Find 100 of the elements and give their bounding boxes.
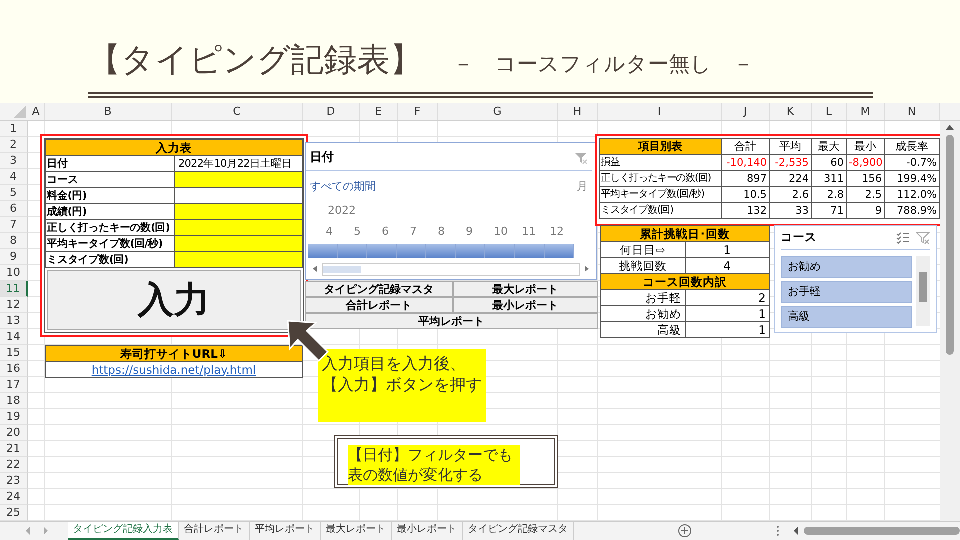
row-header[interactable]: 7 xyxy=(0,217,28,233)
input-button[interactable]: 入力 xyxy=(47,270,301,330)
row-header[interactable]: 8 xyxy=(0,233,28,249)
input-cell[interactable] xyxy=(174,252,302,268)
table-cell: 311 xyxy=(812,170,846,186)
scrollbar-thumb[interactable] xyxy=(804,527,960,535)
input-cell[interactable] xyxy=(174,172,302,188)
timeline-bar[interactable] xyxy=(308,244,574,258)
column-header[interactable]: B xyxy=(45,103,172,120)
row-header[interactable]: 2 xyxy=(0,137,28,153)
table-cell: 2 xyxy=(685,290,770,306)
slicer-item[interactable]: 高級 xyxy=(781,306,912,328)
table-cell: 71 xyxy=(812,202,846,218)
row-header[interactable]: 16 xyxy=(0,361,28,377)
month-label: 7 xyxy=(410,225,418,238)
column-header[interactable]: J xyxy=(722,103,770,120)
table-cell: 224 xyxy=(770,170,812,186)
sheet-tab[interactable]: タイピング記録マスタ xyxy=(463,522,574,540)
column-header[interactable]: E xyxy=(360,103,398,120)
row-header[interactable]: 21 xyxy=(0,441,28,457)
row-label: お手軽 xyxy=(600,290,685,306)
row-header[interactable]: 1 xyxy=(0,121,28,137)
row-label: ミスタイプ数(回) xyxy=(600,202,722,218)
column-header[interactable]: H xyxy=(558,103,598,120)
add-sheet-icon[interactable] xyxy=(678,524,692,538)
input-cell[interactable] xyxy=(174,220,302,236)
month-label: 8 xyxy=(438,225,446,238)
scrollbar-thumb[interactable] xyxy=(919,272,927,302)
sheet-tab[interactable]: 最大レポート xyxy=(321,522,392,540)
row-header[interactable]: 10 xyxy=(0,265,28,281)
clear-filter-icon[interactable] xyxy=(574,150,588,164)
table-header: コース回数内訳 xyxy=(600,274,770,290)
row-header[interactable]: 23 xyxy=(0,473,28,489)
column-header[interactable]: C xyxy=(172,103,303,120)
scrollbar-track[interactable] xyxy=(916,256,930,326)
column-header[interactable]: G xyxy=(438,103,558,120)
input-cell[interactable] xyxy=(174,204,302,220)
sheet-tab[interactable]: 最小レポート xyxy=(392,522,463,540)
month-label: 5 xyxy=(354,225,362,238)
row-header[interactable]: 12 xyxy=(0,297,28,313)
column-header[interactable]: A xyxy=(28,103,45,120)
report-button[interactable]: タイピング記録マスタ xyxy=(305,281,453,297)
row-header[interactable]: 15 xyxy=(0,345,28,361)
row-header[interactable]: 11 xyxy=(0,281,28,297)
scrollbar-track[interactable] xyxy=(940,121,960,521)
scroll-left-icon[interactable] xyxy=(792,526,800,536)
scrollbar-thumb[interactable] xyxy=(323,266,361,272)
slide-subtitle: － コースフィルター無し － xyxy=(453,51,754,78)
column-header[interactable]: N xyxy=(885,103,940,120)
row-header[interactable]: 17 xyxy=(0,377,28,393)
row-header[interactable]: 6 xyxy=(0,201,28,217)
tab-next-icon[interactable] xyxy=(42,526,50,536)
scrollbar-thumb[interactable] xyxy=(946,135,954,355)
row-header[interactable]: 25 xyxy=(0,505,28,521)
row-header[interactable]: 13 xyxy=(0,313,28,329)
row-label: コース xyxy=(46,172,174,188)
sheet-tab[interactable]: 平均レポート xyxy=(250,522,321,540)
row-label: ミスタイプ数(回) xyxy=(46,252,174,268)
column-header[interactable]: D xyxy=(303,103,360,120)
row-header[interactable]: 14 xyxy=(0,329,28,345)
slicer-item[interactable]: お手軽 xyxy=(781,281,912,303)
column-header[interactable]: M xyxy=(847,103,885,120)
row-label: 成績(円) xyxy=(46,204,174,220)
row-header[interactable]: 4 xyxy=(0,169,28,185)
sheet-tab[interactable]: 合計レポート xyxy=(179,522,250,540)
clear-filter-icon[interactable] xyxy=(916,230,930,244)
row-header[interactable]: 5 xyxy=(0,185,28,201)
column-heading: 最大 xyxy=(812,138,846,154)
tab-prev-icon[interactable] xyxy=(24,526,32,536)
column-header[interactable]: K xyxy=(770,103,812,120)
scrollbar-track[interactable] xyxy=(792,525,960,537)
table-cell: 9 xyxy=(846,202,884,218)
sheet-tab[interactable]: タイピング記録入力表 xyxy=(68,522,179,540)
report-button[interactable]: 合計レポート xyxy=(305,297,453,313)
table-cell: -8,900 xyxy=(846,154,884,170)
column-header[interactable]: F xyxy=(398,103,438,120)
report-button[interactable]: 最大レポート xyxy=(453,281,598,297)
row-header[interactable]: 24 xyxy=(0,489,28,505)
report-button[interactable]: 平均レポート xyxy=(305,313,598,329)
row-label: お勧め xyxy=(600,306,685,322)
row-header[interactable]: 3 xyxy=(0,153,28,169)
scroll-up-icon[interactable] xyxy=(945,123,955,131)
row-label: 平均キータイプ数(回/秒) xyxy=(600,186,722,202)
table-header: 累計挑戦日･回数 xyxy=(600,226,770,242)
row-header[interactable]: 22 xyxy=(0,457,28,473)
unit-dropdown[interactable]: 月 xyxy=(577,179,588,194)
row-header[interactable]: 20 xyxy=(0,425,28,441)
column-heading: 成長率 xyxy=(884,138,940,154)
report-button[interactable]: 最小レポート xyxy=(453,297,598,313)
input-cell[interactable] xyxy=(174,236,302,252)
column-header[interactable]: L xyxy=(812,103,847,120)
month-label: 11 xyxy=(522,225,537,238)
column-header[interactable]: I xyxy=(598,103,722,120)
more-icon[interactable] xyxy=(776,525,780,537)
slicer-item[interactable]: お勧め xyxy=(781,256,912,278)
row-header[interactable]: 18 xyxy=(0,393,28,409)
row-header[interactable]: 19 xyxy=(0,409,28,425)
row-header[interactable]: 9 xyxy=(0,249,28,265)
multi-select-icon[interactable] xyxy=(896,230,910,244)
scrollbar-track[interactable] xyxy=(322,262,580,276)
